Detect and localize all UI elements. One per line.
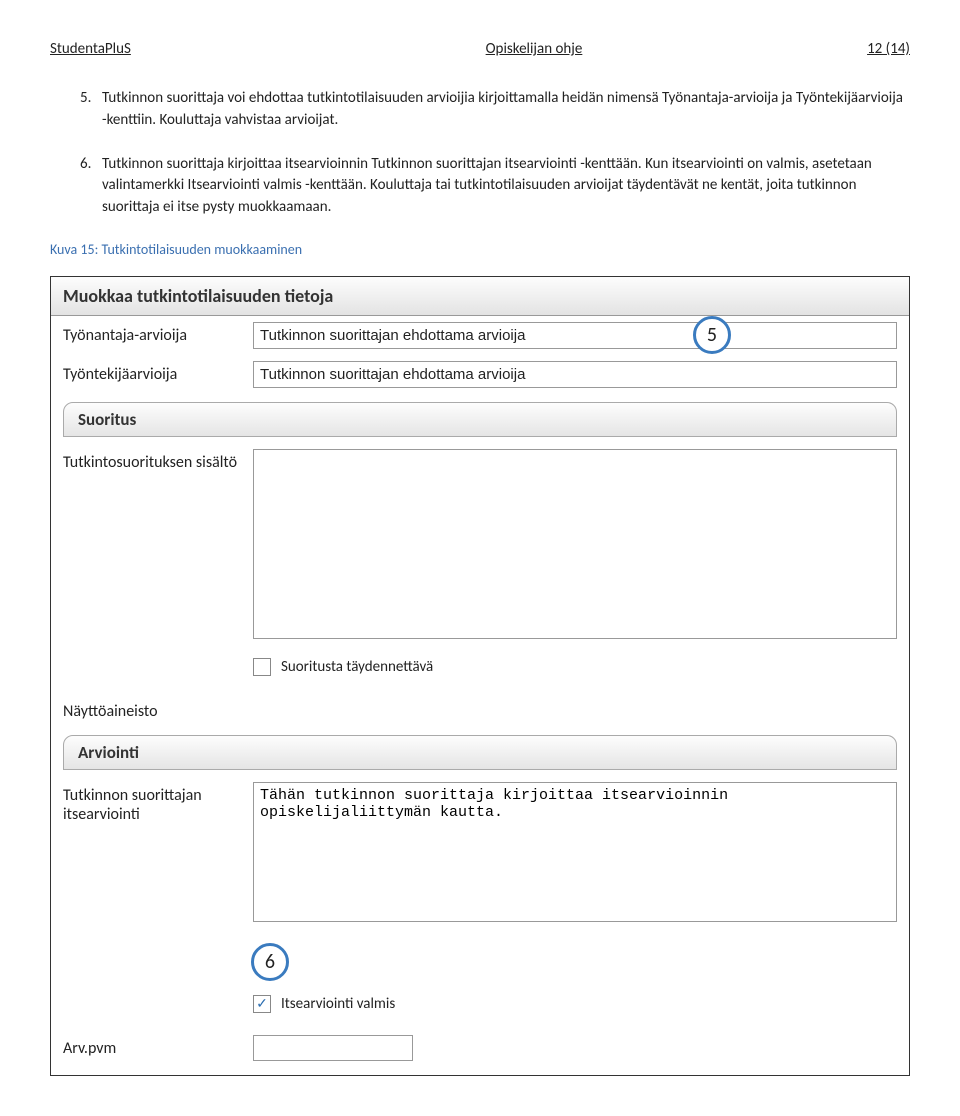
section-arviointi: Arviointi: [63, 735, 897, 770]
supplement-label: Suoritusta täydennettävä: [281, 658, 433, 676]
content-label: Tutkintosuorituksen sisältö: [63, 449, 253, 472]
material-label: Näyttöaineisto: [63, 698, 253, 721]
date-input[interactable]: [253, 1035, 413, 1061]
callout-badge-5: 5: [693, 316, 731, 354]
selfeval-done-label: Itsearviointi valmis: [281, 995, 395, 1013]
selfeval-label: Tutkinnon suorittajan itsearviointi: [63, 782, 253, 824]
selfeval-done-checkbox[interactable]: ✓: [253, 995, 271, 1013]
employee-reviewer-label: Työntekijäarvioija: [63, 361, 253, 384]
step-text: Tutkinnon suorittaja kirjoittaa itsearvi…: [102, 154, 910, 219]
row-employer-reviewer: Työnantaja-arvioija 5: [51, 316, 909, 355]
employee-reviewer-input[interactable]: [253, 361, 897, 388]
date-label: Arv.pvm: [63, 1035, 253, 1058]
row-content: Tutkintosuorituksen sisältö Suoritusta t…: [51, 443, 909, 692]
row-employee-reviewer: Työntekijäarvioija: [51, 355, 909, 394]
step-number: 5.: [80, 88, 102, 132]
step-text: Tutkinnon suorittaja voi ehdottaa tutkin…: [102, 88, 910, 132]
edit-exam-form: Muokkaa tutkintotilaisuuden tietoja Työn…: [50, 276, 910, 1076]
employer-reviewer-label: Työnantaja-arvioija: [63, 322, 253, 345]
form-title-bar: Muokkaa tutkintotilaisuuden tietoja: [51, 277, 909, 316]
callout-badge-6-wrap: 6: [251, 943, 909, 981]
document-header: StudentaPluS Opiskelijan ohje 12 (14): [50, 40, 910, 58]
section-suoritus: Suoritus: [63, 402, 897, 437]
supplement-checkbox[interactable]: [253, 658, 271, 676]
header-left: StudentaPluS: [50, 40, 131, 58]
row-selfeval: Tutkinnon suorittajan itsearviointi Tähä…: [51, 776, 909, 933]
content-textarea[interactable]: [253, 449, 897, 639]
step-number: 6.: [80, 154, 102, 219]
step-6: 6. Tutkinnon suorittaja kirjoittaa itsea…: [80, 154, 910, 219]
row-material: Näyttöaineisto: [51, 692, 909, 727]
header-center: Opiskelijan ohje: [486, 40, 583, 58]
header-right: 12 (14): [867, 40, 910, 58]
selfeval-textarea[interactable]: Tähän tutkinnon suorittaja kirjoittaa it…: [253, 782, 897, 922]
figure-caption: Kuva 15: Tutkintotilaisuuden muokkaamine…: [50, 241, 910, 258]
row-selfeval-done: ✓ Itsearviointi valmis: [51, 985, 909, 1029]
callout-badge-6: 6: [251, 943, 289, 981]
empty-label: [63, 991, 253, 995]
employer-reviewer-input[interactable]: [253, 322, 897, 349]
step-5: 5. Tutkinnon suorittaja voi ehdottaa tut…: [80, 88, 910, 132]
